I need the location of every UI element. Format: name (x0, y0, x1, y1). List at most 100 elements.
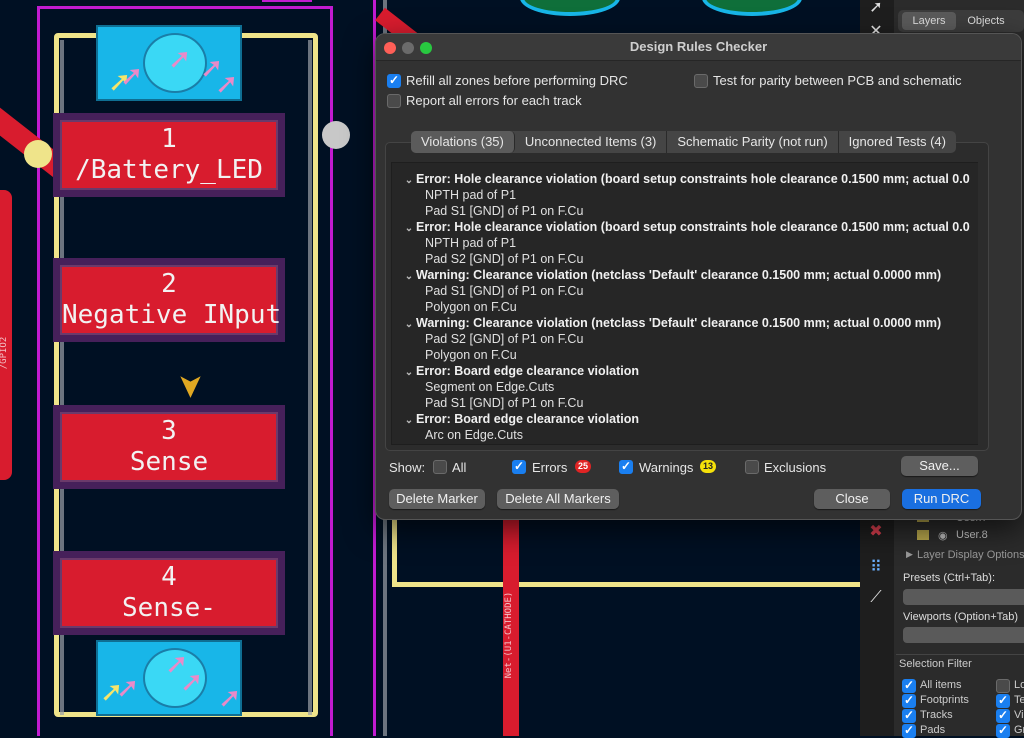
show-warnings-checkbox[interactable] (619, 459, 633, 474)
show-errors-checkbox[interactable] (512, 459, 526, 474)
chevron-down-icon[interactable]: ⌄ (402, 413, 416, 429)
filter-tracks-checkbox[interactable] (902, 708, 916, 723)
warnings-count-badge: 13 (700, 460, 716, 473)
pad-4[interactable]: 4 Sense- (60, 558, 278, 628)
show-warnings-label: Warnings (639, 460, 694, 475)
selection-filter-title: Selection Filter (899, 658, 972, 670)
drc-marker-icon[interactable]: ➚ (218, 684, 241, 712)
violation-row[interactable]: ⌄ Warning: Clearance violation (netclass … (402, 315, 979, 333)
layer-user8[interactable]: User.8 (956, 529, 988, 541)
violation-item[interactable]: Polygon on F.Cu (425, 347, 979, 363)
filter-vias-checkbox[interactable] (996, 708, 1010, 723)
violation-title: Error: Board edge clearance violation (416, 364, 639, 378)
tab-unconnected[interactable]: Unconnected Items (3) (515, 131, 668, 153)
drc-marker-icon[interactable]: ➚ (168, 45, 191, 73)
chevron-down-icon[interactable]: ⌄ (402, 317, 416, 333)
filter-footprints-label: Footprints (920, 694, 969, 706)
report-all-checkbox[interactable] (387, 94, 401, 108)
report-all-label: Report all errors for each track (406, 93, 582, 108)
pad-net: Sense- (122, 593, 216, 623)
show-all-checkbox[interactable] (433, 460, 447, 474)
dialog-title[interactable]: Design Rules Checker (376, 34, 1021, 61)
pad-number: 3 (161, 416, 177, 446)
layer-display-options[interactable]: Layer Display Options (917, 549, 1024, 561)
chevron-down-icon[interactable]: ⌄ (402, 269, 416, 285)
run-drc-button[interactable]: Run DRC (902, 489, 981, 509)
board-edge (262, 0, 312, 2)
window-zoom-button[interactable] (420, 42, 432, 54)
violation-item[interactable]: Segment on Edge.Cuts (425, 379, 979, 395)
window-minimize-button[interactable] (402, 42, 414, 54)
filter-text-label: Te (1014, 694, 1024, 706)
disclosure-icon[interactable]: ▶ (906, 549, 913, 560)
refill-zones-label: Refill all zones before performing DRC (406, 73, 628, 88)
pad-3[interactable]: 3 Sense (60, 412, 278, 482)
violation-row[interactable]: ⌄ Error: Hole clearance violation (board … (402, 219, 979, 237)
save-button[interactable]: Save... (901, 456, 978, 476)
filter-pads-label: Pads (920, 724, 946, 736)
violation-row[interactable]: ⌄ Warning: Clearance violation (netclass … (402, 267, 979, 285)
drc-marker-icon[interactable]: ➚ (116, 674, 139, 702)
pad-2[interactable]: 2 Negative INput (60, 265, 282, 335)
gpio-label: /GPIO2 (0, 336, 9, 370)
tab-violations[interactable]: Violations (35) (411, 131, 515, 153)
tab-ignored-tests[interactable]: Ignored Tests (4) (839, 131, 956, 153)
violation-item[interactable]: Pad S1 [GND] of P1 on F.Cu (425, 283, 979, 299)
tab-objects[interactable]: Objects (958, 12, 1014, 30)
chevron-down-icon[interactable]: ⌄ (402, 365, 416, 381)
close-button[interactable]: Close (814, 489, 890, 509)
eye-icon[interactable]: ◉ (938, 529, 948, 542)
filter-footprints-checkbox[interactable] (902, 693, 916, 708)
via (520, 0, 620, 16)
viewports-select[interactable] (903, 627, 1024, 643)
filter-all-label: All items (920, 679, 962, 691)
violation-item[interactable]: Pad S1 [GND] of P1 on F.Cu (425, 395, 979, 411)
pad-net: Negative INput (62, 300, 282, 330)
trace-label: Net-(U1-CATHODE) (504, 591, 514, 679)
layer-color-swatch (917, 530, 929, 540)
drc-marker-icon[interactable]: ➚ (120, 62, 143, 90)
select-tool-icon[interactable]: ➚ (864, 0, 888, 20)
silk-dot (322, 121, 350, 149)
filter-vias-label: Vi (1014, 709, 1024, 721)
tab-layers[interactable]: Layers (902, 12, 956, 30)
filter-all-checkbox[interactable] (902, 678, 916, 693)
delete-all-markers-button[interactable]: Delete All Markers (497, 489, 619, 509)
parity-checkbox[interactable] (694, 74, 708, 88)
drc-marker-icon[interactable]: ➚ (215, 70, 238, 98)
violation-item[interactable]: Polygon on F.Cu (425, 299, 979, 315)
violation-title: Warning: Clearance violation (netclass '… (416, 316, 942, 330)
show-exclusions-checkbox[interactable] (745, 460, 759, 474)
window-close-button[interactable] (384, 42, 396, 54)
filter-tracks-label: Tracks (920, 709, 953, 721)
violation-item[interactable]: Arc on Edge.Cuts (425, 427, 979, 443)
violations-list[interactable]: ⌄ Error: Hole clearance violation (board … (391, 162, 980, 445)
violation-item[interactable]: Pad S1 [GND] of P1 on F.Cu (425, 203, 979, 219)
silk-dot (24, 140, 52, 168)
grid-tool-icon[interactable]: ⠿ (864, 556, 888, 580)
violation-row[interactable]: ⌄ Error: Board edge clearance violation (402, 363, 979, 381)
cursor-marker-icon: ➤ (171, 372, 208, 400)
delete-marker-button[interactable]: Delete Marker (389, 489, 485, 509)
courtyard-line (308, 40, 312, 715)
drc-marker-icon[interactable]: ➚ (180, 668, 203, 696)
pad-1[interactable]: 1 /Battery_LED (60, 120, 278, 190)
filter-text-checkbox[interactable] (996, 693, 1010, 708)
drc-marker-tool-icon[interactable]: ✖ (864, 520, 888, 544)
pad-net: Sense (129, 447, 209, 477)
violation-item[interactable]: NPTH pad of P1 (425, 235, 979, 251)
violation-row[interactable]: ⌄ Error: Board edge clearance violation (402, 411, 979, 429)
presets-select[interactable] (903, 589, 1024, 605)
violation-item[interactable]: Pad S2 [GND] of P1 on F.Cu (425, 251, 979, 267)
violation-item[interactable]: Pad S2 [GND] of P1 on F.Cu (425, 331, 979, 347)
chevron-down-icon[interactable]: ⌄ (402, 221, 416, 237)
violations-scrollbar[interactable] (978, 162, 986, 445)
violation-item[interactable]: NPTH pad of P1 (425, 187, 979, 203)
chevron-down-icon[interactable]: ⌄ (402, 173, 416, 189)
results-tabs: Violations (35) Unconnected Items (3) Sc… (411, 131, 956, 153)
tab-schematic-parity[interactable]: Schematic Parity (not run) (667, 131, 839, 153)
filter-locked-checkbox[interactable] (996, 679, 1010, 693)
refill-zones-checkbox[interactable] (387, 73, 401, 88)
violation-row[interactable]: ⌄ Error: Hole clearance violation (board … (402, 171, 979, 189)
measure-tool-icon[interactable]: ⟋ (864, 586, 888, 610)
